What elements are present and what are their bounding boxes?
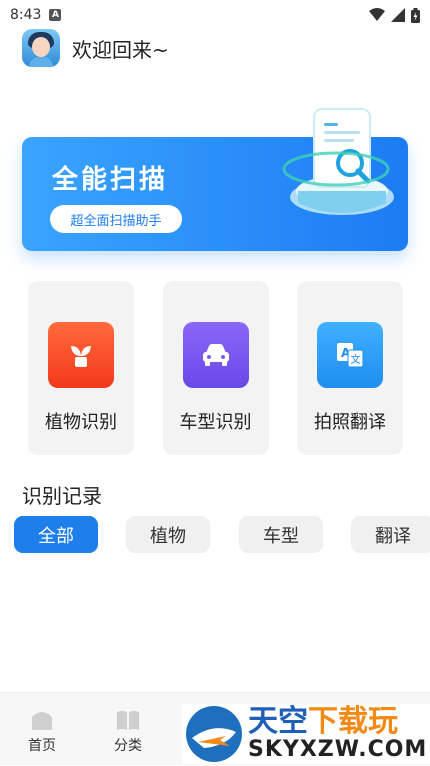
status-right [369, 7, 420, 23]
records-tabs: 全部 植物 车型 翻译 [14, 516, 430, 554]
header: 欢迎回来~ [22, 29, 169, 67]
battery-icon [411, 7, 420, 23]
car-icon [182, 322, 249, 388]
plant-recognition-card[interactable]: 植物识别 [28, 281, 134, 455]
nav-category[interactable]: 分类 [98, 709, 158, 755]
feature-row: 植物识别 车型识别 A 文 拍照翻译 [28, 281, 403, 455]
tab-all[interactable]: 全部 [14, 516, 98, 553]
plant-icon [48, 322, 114, 388]
plant-recognition-label: 植物识别 [45, 412, 117, 433]
watermark-logo-icon [186, 706, 242, 762]
watermark-line1: 天空下载玩 [248, 704, 398, 739]
avatar[interactable] [22, 29, 60, 67]
car-recognition-card[interactable]: 车型识别 [162, 281, 269, 455]
signal-icon [391, 8, 405, 22]
tab-car[interactable]: 车型 [239, 516, 323, 553]
wifi-icon [369, 8, 385, 21]
tab-translate[interactable]: 翻译 [351, 516, 430, 553]
watermark: 天空下载玩 SKYXZW.COM [182, 704, 430, 764]
status-time: 8:43 [10, 7, 42, 23]
scan-assistant-button[interactable]: 超全面扫描助手 [50, 205, 182, 233]
photo-translate-label: 拍照翻译 [314, 412, 386, 433]
notification-badge-icon: A [49, 9, 62, 21]
nav-category-label: 分类 [114, 738, 142, 754]
translate-icon: A 文 [317, 322, 383, 388]
scan-banner[interactable]: 全能扫描 超全面扫描助手 [22, 108, 408, 251]
records-title: 识别记录 [22, 484, 102, 508]
home-icon [32, 712, 52, 730]
watermark-text: 天空下载玩 SKYXZW.COM [248, 706, 427, 762]
svg-text:文: 文 [351, 353, 361, 366]
tab-plant[interactable]: 植物 [126, 516, 210, 553]
car-recognition-label: 车型识别 [179, 412, 252, 433]
nav-home[interactable]: 首页 [12, 709, 72, 755]
status-left: 8:43 A [10, 7, 62, 23]
scan-illustration-icon [282, 108, 394, 215]
status-bar: 8:43 A [0, 0, 430, 30]
banner-title: 全能扫描 [52, 165, 169, 195]
category-icon [117, 711, 139, 730]
welcome-text: 欢迎回来~ [72, 37, 169, 62]
watermark-line2: SKYXZW.COM [248, 737, 428, 762]
nav-home-label: 首页 [28, 738, 56, 754]
photo-translate-card[interactable]: A 文 拍照翻译 [297, 281, 403, 455]
